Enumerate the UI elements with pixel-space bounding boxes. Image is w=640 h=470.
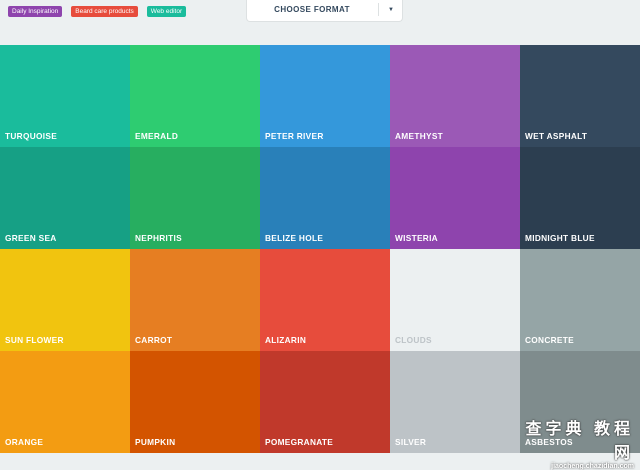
swatch-emerald[interactable]: EMERALD	[130, 45, 260, 147]
swatch-name: GREEN SEA	[5, 233, 57, 243]
swatch-name: BELIZE HOLE	[265, 233, 324, 243]
swatch-name: AMETHYST	[395, 131, 444, 141]
swatch-pumpkin[interactable]: PUMPKIN	[130, 351, 260, 453]
tag-list: Daily Inspiration Beard care products We…	[8, 6, 187, 17]
swatch-name: ALIZARIN	[265, 335, 307, 345]
swatch-carrot[interactable]: CARROT	[130, 249, 260, 351]
swatch-nephritis[interactable]: NEPHRITIS	[130, 147, 260, 249]
choose-format-dropdown[interactable]: CHOOSE FORMAT ▼	[246, 0, 403, 22]
swatch-green-sea[interactable]: GREEN SEA	[0, 147, 130, 249]
swatch-name: CONCRETE	[525, 335, 574, 345]
tag-beard-care-products[interactable]: Beard care products	[71, 6, 138, 17]
watermark-url: jiaocheng.chazidian.com	[551, 463, 634, 470]
choose-format-label[interactable]: CHOOSE FORMAT	[247, 0, 377, 22]
swatch-name: WET ASPHALT	[525, 131, 588, 141]
swatch-name: CARROT	[135, 335, 173, 345]
swatch-turquoise[interactable]: TURQUOISE	[0, 45, 130, 147]
swatch-name: TURQUOISE	[5, 131, 58, 141]
swatch-orange[interactable]: ORANGE	[0, 351, 130, 453]
swatch-clouds[interactable]: CLOUDS	[390, 249, 520, 351]
swatch-name: WISTERIA	[395, 233, 438, 243]
swatch-wisteria[interactable]: WISTERIA	[390, 147, 520, 249]
swatch-name: PUMPKIN	[135, 437, 176, 447]
swatch-asbestos[interactable]: ASBESTOS	[520, 351, 640, 453]
swatch-alizarin[interactable]: ALIZARIN	[260, 249, 390, 351]
swatch-name: ASBESTOS	[525, 437, 573, 447]
swatch-sun-flower[interactable]: SUN FLOWER	[0, 249, 130, 351]
swatch-wet-asphalt[interactable]: WET ASPHALT	[520, 45, 640, 147]
color-swatch-grid: TURQUOISE EMERALD PETER RIVER AMETHYST WET A…	[0, 45, 640, 453]
swatch-name: SILVER	[395, 437, 427, 447]
swatch-name: ORANGE	[5, 437, 44, 447]
swatch-name: SUN FLOWER	[5, 335, 64, 345]
swatch-name: MIDNIGHT BLUE	[525, 233, 595, 243]
swatch-belize-hole[interactable]: BELIZE HOLE	[260, 147, 390, 249]
chevron-down-icon[interactable]: ▼	[379, 0, 403, 22]
swatch-name: CLOUDS	[395, 335, 432, 345]
swatch-silver[interactable]: SILVER	[390, 351, 520, 453]
swatch-name: POMEGRANATE	[265, 437, 334, 447]
swatch-name: EMERALD	[135, 131, 179, 141]
swatch-pomegranate[interactable]: POMEGRANATE	[260, 351, 390, 453]
swatch-name: PETER RIVER	[265, 131, 324, 141]
swatch-midnight-blue[interactable]: MIDNIGHT BLUE	[520, 147, 640, 249]
swatch-name: NEPHRITIS	[135, 233, 182, 243]
swatch-amethyst[interactable]: AMETHYST	[390, 45, 520, 147]
tag-daily-inspiration[interactable]: Daily Inspiration	[8, 6, 63, 17]
swatch-peter-river[interactable]: PETER RIVER	[260, 45, 390, 147]
tag-web-editor[interactable]: Web editor	[146, 6, 187, 17]
top-bar: Daily Inspiration Beard care products We…	[0, 0, 640, 44]
swatch-concrete[interactable]: CONCRETE	[520, 249, 640, 351]
